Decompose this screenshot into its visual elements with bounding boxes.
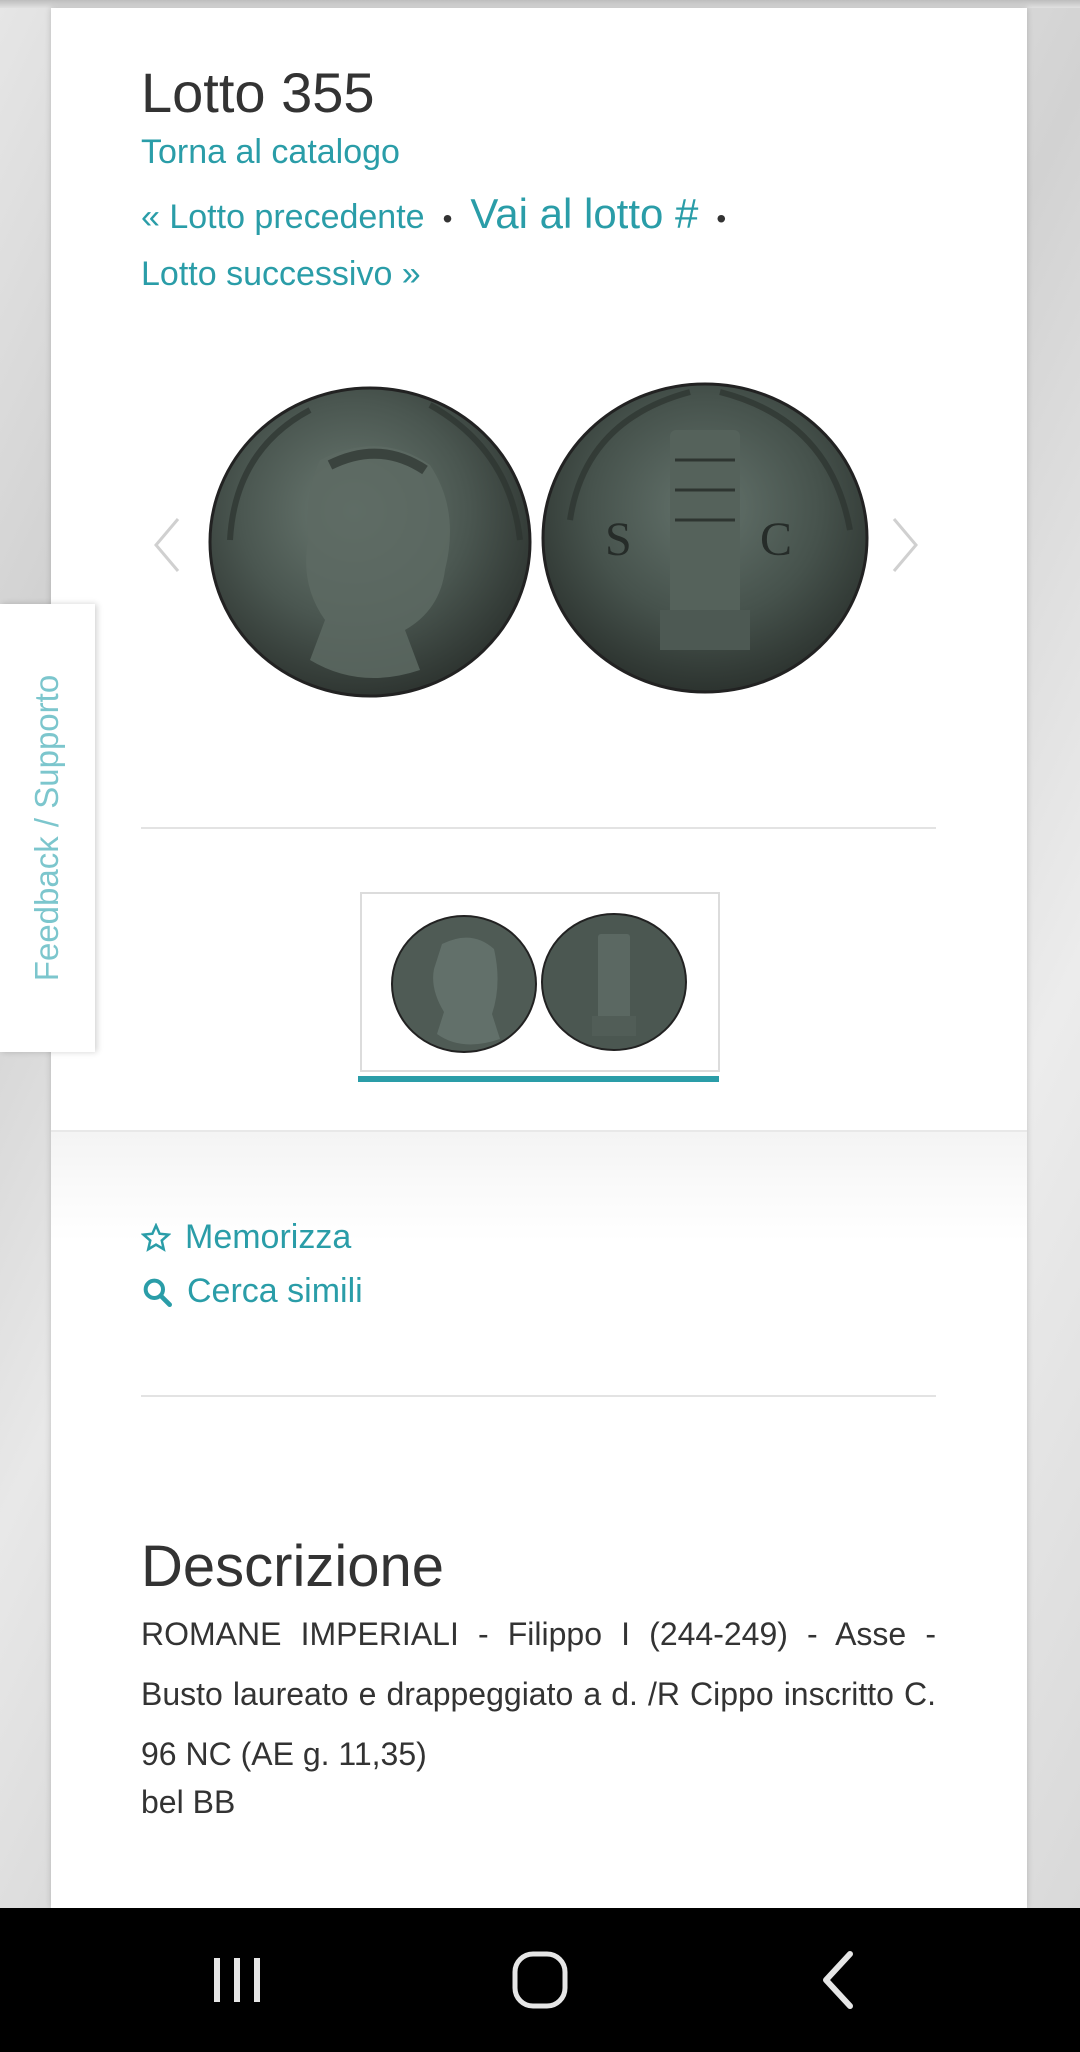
next-lot-link[interactable]: Lotto successivo » xyxy=(141,255,421,294)
goto-lot-link[interactable]: Vai al lotto # xyxy=(470,190,698,237)
separator-dot: • xyxy=(716,203,727,234)
back-icon[interactable] xyxy=(806,1948,876,2012)
home-icon[interactable] xyxy=(505,1948,575,2012)
chevron-right-icon[interactable] xyxy=(890,515,920,575)
thumbnail-coin-image xyxy=(391,913,687,1053)
svg-text:C: C xyxy=(760,513,792,566)
description-text: ROMANE IMPERIALI - Filippo I (244-249) -… xyxy=(141,1616,936,1772)
coin-obverse xyxy=(208,386,532,698)
divider xyxy=(141,1395,936,1397)
thumbnail[interactable] xyxy=(360,892,720,1072)
coin-reverse: S C xyxy=(541,382,869,694)
chevron-left-icon[interactable] xyxy=(152,515,182,575)
android-navigation-bar xyxy=(0,1908,1080,2052)
page-title: Lotto 355 xyxy=(141,60,375,124)
separator-dot: • xyxy=(442,203,453,234)
search-icon xyxy=(143,1278,172,1307)
divider xyxy=(141,827,936,829)
star-outline-icon xyxy=(141,1222,171,1252)
feedback-tab-label: Feedback / Supporto xyxy=(28,674,65,982)
save-lot-button[interactable]: Memorizza xyxy=(141,1218,351,1257)
lot-navigation: « Lotto precedente • Vai al lotto # • xyxy=(141,190,961,238)
description-heading: Descrizione xyxy=(141,1534,444,1600)
thumbnail-active-indicator xyxy=(358,1076,719,1082)
search-similar-label: Cerca simili xyxy=(187,1272,363,1310)
feedback-tab[interactable]: Feedback / Supporto xyxy=(0,604,95,1052)
search-similar-button[interactable]: Cerca simili xyxy=(141,1272,363,1311)
previous-lot-link[interactable]: « Lotto precedente xyxy=(141,198,425,236)
save-lot-label: Memorizza xyxy=(185,1218,352,1256)
top-shadow xyxy=(0,0,1080,8)
description-grade: bel BB xyxy=(141,1784,236,1820)
svg-text:S: S xyxy=(605,513,632,566)
coin-image[interactable]: S C xyxy=(190,370,890,710)
back-to-catalog-link[interactable]: Torna al catalogo xyxy=(141,133,400,172)
recent-apps-icon[interactable] xyxy=(202,1948,272,2012)
